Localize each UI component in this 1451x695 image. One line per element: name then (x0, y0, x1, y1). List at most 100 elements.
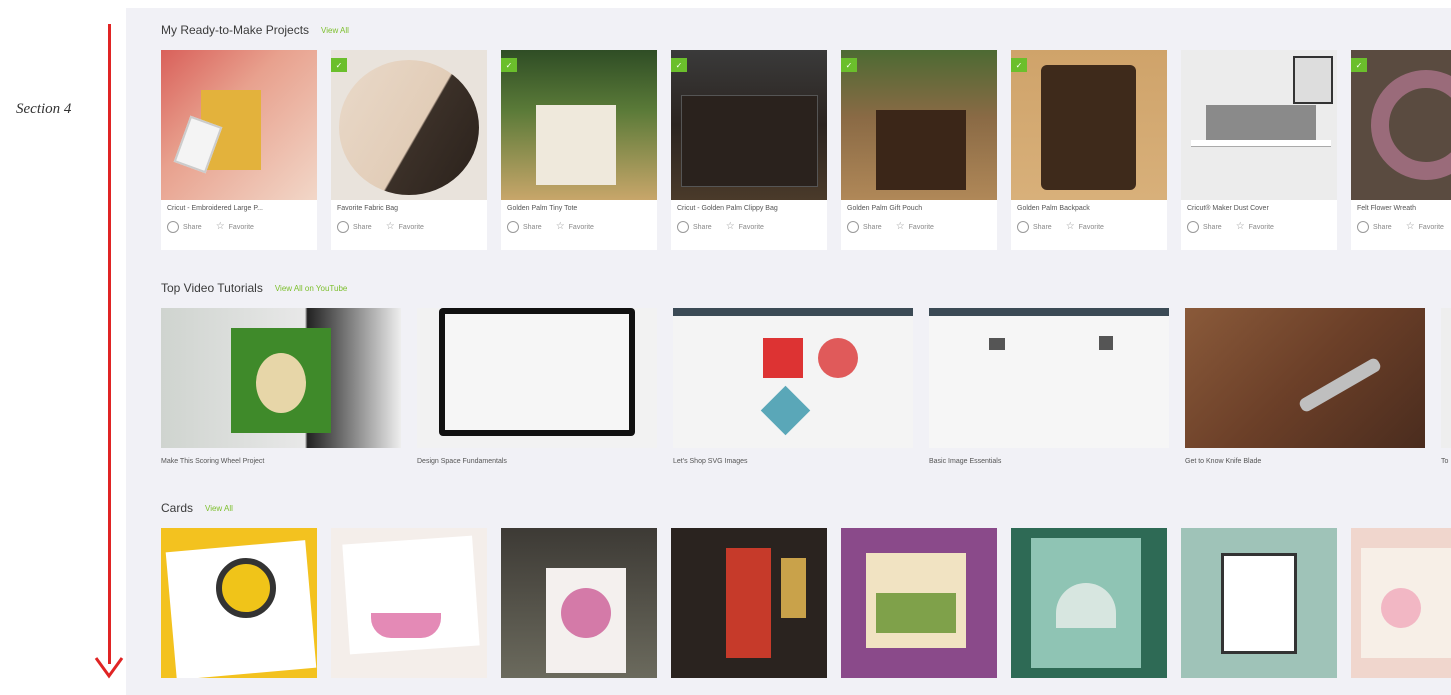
share-icon (1357, 221, 1369, 233)
ready-badge: ✓ (1011, 58, 1027, 72)
video-card[interactable]: Let's Shop SVG Images (673, 308, 913, 465)
videos-youtube-link[interactable]: View All on YouTube (275, 284, 348, 293)
video-card[interactable]: Basic Image Essentials (929, 308, 1169, 465)
star-icon: ☆ (215, 221, 225, 232)
project-image (1181, 50, 1337, 200)
ready-badge: ✓ (671, 58, 687, 72)
video-thumbnail (1185, 308, 1425, 448)
star-icon: ☆ (1065, 221, 1075, 232)
project-card[interactable]: Cricut - Embroidered Large P... Share ☆ F… (161, 50, 317, 250)
share-icon (507, 221, 519, 233)
arrow-down-icon (94, 657, 124, 679)
cards-view-all-link[interactable]: View All (205, 504, 233, 513)
video-card[interactable]: Design Space Fundamentals (417, 308, 657, 465)
video-card[interactable]: Get to Know Knife Blade (1185, 308, 1425, 465)
card-thumbnail[interactable] (331, 528, 487, 678)
project-image: ✓ (841, 50, 997, 200)
card-thumbnail[interactable] (1181, 528, 1337, 678)
project-image: ✓ (1011, 50, 1167, 200)
share-button[interactable]: Share (1187, 221, 1222, 233)
ready-badge: ✓ (331, 58, 347, 72)
project-card[interactable]: ✓ Cricut - Golden Palm Clippy Bag Share … (671, 50, 827, 250)
share-button[interactable]: Share (337, 221, 372, 233)
card-thumbnail[interactable] (671, 528, 827, 678)
project-title: Cricut - Embroidered Large P... (167, 205, 263, 212)
share-button[interactable]: Share (1357, 221, 1392, 233)
project-image: ✓ (1351, 50, 1451, 200)
projects-row: Cricut - Embroidered Large P... Share ☆ F… (161, 50, 1451, 250)
videos-row: Make This Scoring Wheel Project Design S… (161, 308, 1451, 465)
project-title: Golden Palm Gift Pouch (847, 205, 923, 212)
project-image: ✓ (501, 50, 657, 200)
video-thumbnail (417, 308, 657, 448)
card-thumbnail[interactable] (1011, 528, 1167, 678)
star-icon: ☆ (725, 221, 735, 232)
star-icon: ☆ (1235, 221, 1245, 232)
video-title: Make This Scoring Wheel Project (161, 458, 265, 465)
video-title: Get to Know Knife Blade (1185, 458, 1262, 465)
star-icon: ☆ (385, 221, 395, 232)
video-card[interactable]: Make This Scoring Wheel Project (161, 308, 401, 465)
cards-header: Cards View All (161, 498, 233, 518)
video-card[interactable]: To (1441, 308, 1451, 465)
card-thumbnail[interactable] (501, 528, 657, 678)
video-thumbnail (929, 308, 1169, 448)
video-thumbnail (161, 308, 401, 448)
favorite-button[interactable]: ☆ Favorite (1236, 222, 1274, 232)
projects-title: My Ready-to-Make Projects (161, 23, 310, 37)
favorite-button[interactable]: ☆ Favorite (896, 222, 934, 232)
project-image: ✓ (331, 50, 487, 200)
share-icon (677, 221, 689, 233)
project-card[interactable]: ✓ Golden Palm Gift Pouch Share ☆ Favorite (841, 50, 997, 250)
share-icon (847, 221, 859, 233)
home-content: My Ready-to-Make Projects View All Cricu… (126, 8, 1451, 695)
video-title: To (1441, 458, 1449, 465)
project-card[interactable]: ✓ Favorite Fabric Bag Share ☆ Favorite (331, 50, 487, 250)
video-thumbnail (1441, 308, 1451, 448)
scroll-arrow-line (108, 24, 111, 664)
favorite-button[interactable]: ☆ Favorite (1406, 222, 1444, 232)
project-card[interactable]: Cricut® Maker Dust Cover Share ☆ Favorite (1181, 50, 1337, 250)
video-title: Design Space Fundamentals (417, 458, 507, 465)
share-icon (167, 221, 179, 233)
favorite-button[interactable]: ☆ Favorite (216, 222, 254, 232)
card-thumbnail[interactable] (161, 528, 317, 678)
project-card[interactable]: ✓ Golden Palm Tiny Tote Share ☆ Favorite (501, 50, 657, 250)
video-title: Basic Image Essentials (929, 458, 1002, 465)
share-button[interactable]: Share (677, 221, 712, 233)
share-icon (337, 221, 349, 233)
video-thumbnail (673, 308, 913, 448)
share-button[interactable]: Share (507, 221, 542, 233)
favorite-button[interactable]: ☆ Favorite (726, 222, 764, 232)
share-button[interactable]: Share (847, 221, 882, 233)
star-icon: ☆ (555, 221, 565, 232)
projects-view-all-link[interactable]: View All (321, 26, 349, 35)
project-image (161, 50, 317, 200)
project-title: Golden Palm Backpack (1017, 205, 1090, 212)
share-button[interactable]: Share (167, 221, 202, 233)
project-title: Cricut - Golden Palm Clippy Bag (677, 205, 778, 212)
project-title: Felt Flower Wreath (1357, 205, 1416, 212)
card-thumbnail[interactable] (1351, 528, 1451, 678)
videos-title: Top Video Tutorials (161, 281, 263, 295)
project-title: Favorite Fabric Bag (337, 205, 399, 212)
share-icon (1187, 221, 1199, 233)
annotation-column: Section 4 (0, 0, 130, 695)
favorite-button[interactable]: ☆ Favorite (556, 222, 594, 232)
share-icon (1017, 221, 1029, 233)
ready-badge: ✓ (1351, 58, 1367, 72)
cards-title: Cards (161, 501, 194, 515)
project-card[interactable]: ✓ Felt Flower Wreath Share ☆ Favorite (1351, 50, 1451, 250)
videos-header: Top Video Tutorials View All on YouTube (161, 278, 347, 298)
ready-badge: ✓ (841, 58, 857, 72)
ready-badge: ✓ (501, 58, 517, 72)
card-thumbnail[interactable] (841, 528, 997, 678)
favorite-button[interactable]: ☆ Favorite (1066, 222, 1104, 232)
favorite-button[interactable]: ☆ Favorite (386, 222, 424, 232)
project-card[interactable]: ✓ Golden Palm Backpack Share ☆ Favorite (1011, 50, 1167, 250)
section-label: Section 4 (16, 101, 72, 117)
project-title: Golden Palm Tiny Tote (507, 205, 578, 212)
video-title: Let's Shop SVG Images (673, 458, 748, 465)
share-button[interactable]: Share (1017, 221, 1052, 233)
projects-header: My Ready-to-Make Projects View All (161, 20, 349, 40)
